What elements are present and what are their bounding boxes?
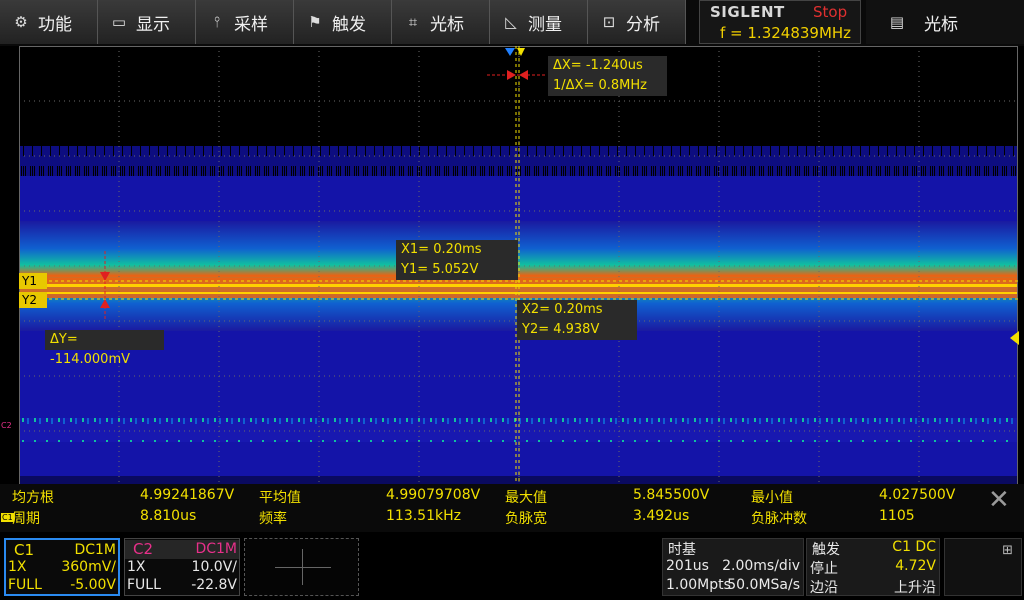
delta-x-marker: [487, 70, 547, 80]
menu-analysis-label: 分析: [626, 14, 660, 35]
meas-max-value: 5.845500V: [633, 487, 710, 503]
timebase-position: 201us: [666, 558, 709, 574]
c2-bandwidth: FULL: [127, 577, 161, 593]
x1-y1-readout: X1= 0.20ms Y1= 5.052V: [396, 240, 518, 280]
meas-neg-width-label: 负脉宽: [505, 511, 547, 527]
c2-name: C2: [133, 540, 154, 558]
menu-trigger[interactable]: ⚑ 触发: [294, 0, 392, 44]
flag-icon: ⚑: [308, 13, 322, 31]
c1-scale: 360mV/: [61, 559, 116, 575]
meas-min-label: 最小值: [751, 490, 793, 506]
c1-probe: 1X: [8, 559, 27, 575]
gear-icon: ⚙: [14, 13, 28, 31]
trigger-source: C1 DC: [892, 539, 936, 555]
c2-offset: -22.8V: [191, 577, 237, 593]
status-box: SIGLENT Stop f = 1.324839MHz: [699, 0, 861, 44]
waveform-icon: ⫯: [213, 13, 221, 31]
c1-offset: -5.00V: [70, 577, 116, 593]
c2-probe: 1X: [127, 559, 146, 575]
top-menu-bar: ⚙ 功能 ▭ 显示 ⫯ 采样 ⚑ 触发 ⌗ 光标 ◺ 测量 ⊡ 分析 SIGLENT Stop…: [0, 0, 1024, 46]
menu-function[interactable]: ⚙ 功能: [0, 0, 98, 44]
timebase-scale: 2.00ms/div: [722, 558, 800, 574]
meas-mean-label: 平均值: [259, 490, 301, 506]
y1-cursor-tag[interactable]: Y1: [19, 273, 47, 289]
network-panel[interactable]: ⊞: [944, 538, 1022, 596]
frequency-counter: f = 1.324839MHz: [720, 24, 852, 42]
meas-neg-width-value: 3.492us: [633, 508, 690, 524]
meas-freq-label: 频率: [259, 511, 287, 527]
timebase-title: 时基: [668, 542, 696, 558]
trigger-level: 4.72V: [895, 558, 936, 574]
brand-logo: SIGLENT: [710, 3, 785, 21]
menu-function-label: 功能: [38, 14, 72, 35]
network-icon: ⊞: [1002, 543, 1013, 558]
menu-trigger-label: 触发: [332, 14, 366, 35]
time-ref-marker[interactable]: [517, 48, 525, 56]
c2-ground-marker[interactable]: C2: [1, 421, 12, 430]
x2-y2-readout: X2= 0.20ms Y2= 4.938V: [517, 300, 637, 340]
document-icon: ▤: [889, 13, 905, 31]
delta-x-value: ΔX= -1.240us: [553, 58, 643, 73]
c1-bandwidth: FULL: [8, 577, 42, 593]
channel-1-panel[interactable]: C1 DC1M 1X 360mV/ FULL -5.00V: [4, 538, 120, 596]
delta-x-readout: ΔX= -1.240us 1/ΔX= 0.8MHz: [548, 56, 667, 96]
meas-rms-label: 均方根: [12, 490, 54, 506]
trigger-state: 停止: [810, 561, 838, 577]
menu-measure[interactable]: ◺ 测量: [490, 0, 588, 44]
close-icon[interactable]: ✕: [988, 486, 1010, 514]
menu-acquire[interactable]: ⫯ 采样: [196, 0, 294, 44]
meas-period-label: 周期: [12, 511, 40, 527]
delta-y-readout: ΔY= -114.000mV: [45, 330, 164, 367]
menu-cursor-right[interactable]: ▤ 光标: [866, 0, 1024, 44]
monitor-icon: ▭: [111, 13, 127, 31]
meas-rms-value: 4.99241867V: [140, 487, 235, 503]
menu-cursor-right-label: 光标: [924, 14, 958, 35]
crosshair-icon: ⌗: [408, 13, 418, 31]
plus-icon: [275, 567, 331, 568]
meas-neg-count-value: 1105: [879, 508, 915, 524]
c2-coupling: DC1M: [195, 541, 237, 557]
menu-cursor[interactable]: ⌗ 光标: [392, 0, 490, 44]
meas-mean-value: 4.99079708V: [386, 487, 481, 503]
menu-cursor-label: 光标: [430, 14, 464, 35]
trigger-level-marker[interactable]: [1010, 331, 1019, 345]
inv-delta-x-value: 1/ΔX= 0.8MHz: [553, 78, 647, 93]
trigger-panel[interactable]: 触发 C1 DC 停止 4.72V 边沿 上升沿: [806, 538, 940, 596]
waveform-display[interactable]: [19, 46, 1018, 486]
meas-freq-value: 113.51kHz: [386, 508, 461, 524]
y2-cursor-tag[interactable]: Y2: [19, 292, 47, 308]
meas-source-tag: C1: [1, 513, 14, 522]
menu-acquire-label: 采样: [234, 14, 268, 35]
x1-value: X1= 0.20ms: [401, 242, 482, 257]
c2-scale: 10.0V/: [191, 559, 237, 575]
memory-depth: 1.00Mpts: [666, 577, 731, 593]
measurement-panel: 均方根 4.99241867V 平均值 4.99079708V 最大值 5.84…: [0, 484, 1024, 532]
trigger-slope: 上升沿: [894, 580, 936, 596]
trigger-position-marker[interactable]: [505, 48, 515, 56]
sample-rate: 50.0MSa/s: [727, 577, 800, 593]
delta-y-value: ΔY= -114.000mV: [50, 332, 131, 367]
timebase-panel[interactable]: 时基 201us 2.00ms/div 1.00Mpts 50.0MSa/s: [662, 538, 804, 596]
analysis-icon: ⊡: [602, 13, 616, 31]
run-state[interactable]: Stop: [813, 3, 847, 21]
meas-period-value: 8.810us: [140, 508, 197, 524]
add-channel-button[interactable]: [244, 538, 359, 596]
trigger-title: 触发: [812, 542, 840, 558]
menu-measure-label: 测量: [528, 14, 562, 35]
measure-icon: ◺: [505, 13, 517, 31]
menu-display-label: 显示: [136, 14, 170, 35]
meas-neg-count-label: 负脉冲数: [751, 511, 807, 527]
trigger-type: 边沿: [810, 580, 838, 596]
meas-max-label: 最大值: [505, 490, 547, 506]
channel-2-panel[interactable]: C2 DC1M 1X 10.0V/ FULL -22.8V: [124, 538, 240, 596]
menu-display[interactable]: ▭ 显示: [98, 0, 196, 44]
y1-value: Y1= 5.052V: [401, 262, 479, 277]
meas-min-value: 4.027500V: [879, 487, 956, 503]
y2-value: Y2= 4.938V: [522, 322, 600, 337]
menu-analysis[interactable]: ⊡ 分析: [588, 0, 686, 44]
x2-value: X2= 0.20ms: [522, 302, 603, 317]
